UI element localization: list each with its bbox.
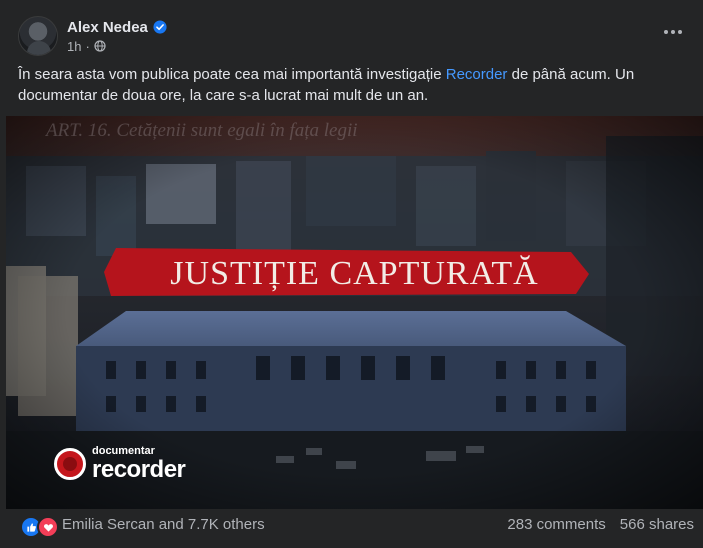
author-avatar[interactable] [18, 16, 58, 56]
recorder-logo-icon [54, 448, 86, 480]
author-name[interactable]: Alex Nedea [67, 19, 148, 36]
verified-badge-icon [153, 20, 167, 34]
more-dot [671, 30, 675, 34]
post-footer: Emilia Sercan and 7.7K others 283 commen… [0, 509, 703, 539]
documentary-title: JUSTIȚIE CAPTURATĂ [170, 255, 539, 292]
globe-icon[interactable] [94, 40, 106, 52]
post-subline: 1h · [67, 39, 167, 54]
reaction-icons[interactable] [20, 516, 59, 538]
post-image[interactable]: ART. 16. Cetățenii sunt egali în fața le… [6, 116, 703, 509]
post-text-start: În seara asta vom publica poate cea mai … [18, 66, 446, 83]
dot-separator: · [85, 38, 90, 54]
post-header: Alex Nedea 1h · [18, 14, 167, 58]
author-meta: Alex Nedea 1h · [67, 19, 167, 54]
post-time[interactable]: 1h [67, 39, 81, 54]
reactions-summary[interactable]: Emilia Sercan and 7.7K others [62, 516, 265, 533]
more-options-icon[interactable] [661, 26, 685, 38]
recorder-logo-text: documentar recorder [92, 446, 186, 483]
more-dot [664, 30, 668, 34]
shares-count[interactable]: 566 shares [620, 516, 694, 533]
recorder-link[interactable]: Recorder [446, 66, 508, 83]
recorder-logo: documentar recorder [54, 446, 186, 483]
post-stats: 283 comments 566 shares [507, 516, 694, 533]
logo-big-text: recorder [92, 456, 186, 483]
more-dot [678, 30, 682, 34]
author-name-row: Alex Nedea [67, 19, 167, 36]
facebook-post: Alex Nedea 1h · În seara asta vom public… [0, 0, 703, 548]
comments-count[interactable]: 283 comments [507, 516, 605, 533]
faint-caption: ART. 16. Cetățenii sunt egali în fața le… [46, 120, 358, 141]
love-reaction-icon [37, 516, 59, 538]
post-text: În seara asta vom publica poate cea mai … [18, 64, 688, 106]
